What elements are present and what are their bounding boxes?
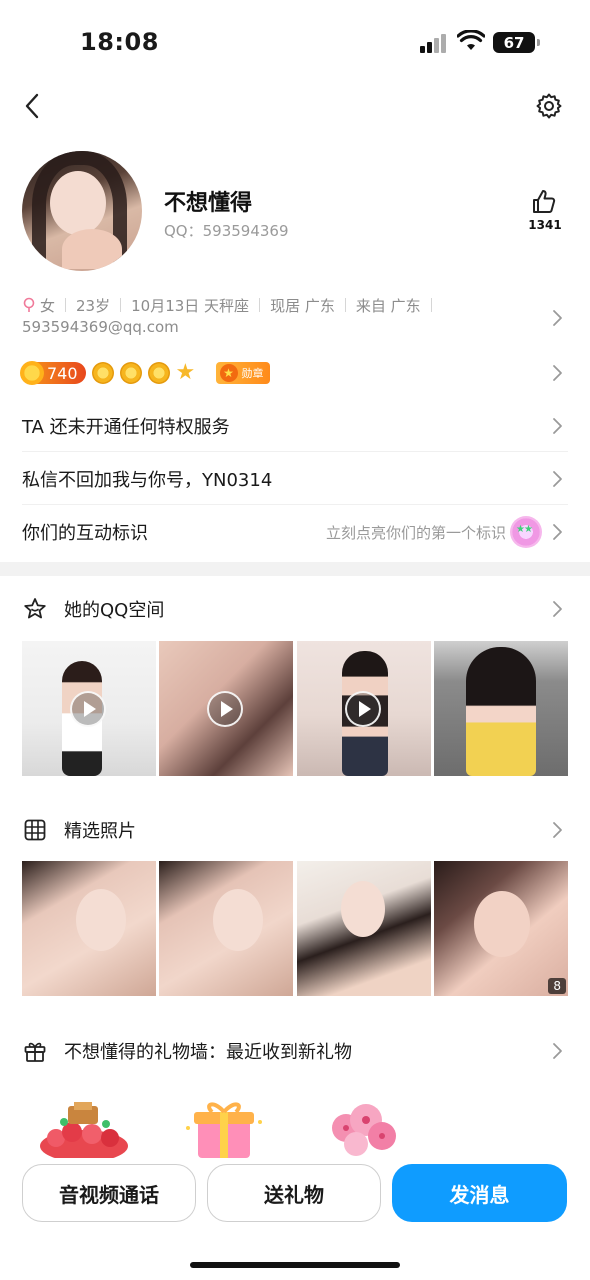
avatar[interactable]: [22, 151, 142, 271]
female-location-icon: [23, 297, 35, 312]
gift-icon: [24, 1042, 46, 1062]
level-badges[interactable]: 740 ★ ★ 勋章: [20, 360, 270, 386]
birthday: 10月13日 天秤座: [131, 296, 250, 315]
email: 593594369@qq.com: [22, 318, 179, 336]
flower-bouquet-gift-icon[interactable]: [36, 1098, 132, 1158]
privilege-text: TA 还未开通任何特权服务: [22, 416, 230, 438]
back-icon[interactable]: [18, 90, 48, 122]
featured-photos-header[interactable]: 精选照片: [22, 810, 568, 850]
chevron-right-icon[interactable]: [551, 1041, 563, 1061]
qzone-video-thumbnail[interactable]: [296, 641, 431, 776]
interaction-title: 你们的互动标识: [22, 523, 148, 544]
featured-photos-title: 精选照片: [64, 821, 136, 842]
gift-wall-title: 不想懂得的礼物墙：最近收到新礼物: [64, 1042, 352, 1063]
send-gift-button[interactable]: 送礼物: [207, 1164, 381, 1222]
medal-star-icon: ★: [219, 364, 238, 382]
nickname: 不想懂得: [164, 191, 253, 216]
home-indicator[interactable]: [190, 1262, 400, 1268]
featured-photo[interactable]: 8: [433, 861, 568, 996]
residence: 现居 广东: [270, 296, 335, 315]
featured-photo[interactable]: [296, 861, 431, 996]
wifi-icon: [457, 30, 485, 50]
qzone-video-thumbnail[interactable]: [159, 641, 294, 776]
medal-label: 勋章: [241, 367, 264, 380]
video-call-button[interactable]: 音视频通话: [22, 1164, 196, 1222]
sun-level-icon: [91, 362, 114, 384]
gender: 女: [40, 296, 56, 315]
photo-count-badge: 8: [548, 978, 566, 994]
qzone-video-thumbnail[interactable]: [22, 641, 156, 776]
chevron-right-icon[interactable]: [551, 599, 563, 619]
sun-icon: [20, 361, 44, 385]
star-outline-icon: [24, 598, 46, 619]
qzone-header[interactable]: 她的QQ空间: [22, 589, 568, 629]
chevron-right-icon[interactable]: [551, 416, 563, 436]
status-bar: 18:08 67: [0, 0, 590, 86]
play-icon: [70, 691, 106, 727]
interaction-hint: 立刻点亮你们的第一个标识: [325, 523, 506, 542]
level-badge: 740: [20, 361, 86, 385]
play-icon: [344, 691, 381, 727]
age: 23岁: [76, 296, 111, 315]
settings-gear-icon[interactable]: [535, 92, 563, 120]
pink-flowers-gift-icon[interactable]: [316, 1098, 412, 1158]
hometown: 来自 广东: [355, 296, 421, 315]
featured-photos-grid: 8: [22, 861, 568, 996]
status-time: 18:08: [80, 28, 159, 56]
privilege-row[interactable]: TA 还未开通任何特权服务: [22, 400, 568, 452]
signature-text: 私信不回加我与你号，YN0314: [22, 469, 273, 491]
play-icon: [207, 691, 244, 727]
grid-icon: [24, 819, 46, 841]
sun-level-icon: [147, 362, 170, 384]
qzone-title: 她的QQ空间: [64, 600, 165, 621]
medal-badge: ★ 勋章: [215, 362, 270, 384]
thumbs-up-icon[interactable]: [530, 188, 558, 216]
battery-indicator: 67: [493, 32, 540, 53]
gift-box-icon[interactable]: [176, 1098, 272, 1158]
send-message-button[interactable]: 发消息: [392, 1164, 567, 1222]
profile-info[interactable]: 女 23岁 10月13日 天秤座 现居 广东 来自 广东 593594369@q…: [22, 294, 462, 336]
star-icon: ★: [175, 360, 196, 385]
bottom-action-bar: 音视频通话 送礼物 发消息: [0, 1160, 590, 1230]
like-count: 1341: [528, 218, 562, 232]
cellular-signal-icon: [420, 33, 448, 53]
signature-row[interactable]: 私信不回加我与你号，YN0314: [22, 453, 568, 505]
featured-photo[interactable]: [159, 861, 294, 996]
chevron-right-icon[interactable]: [551, 820, 563, 840]
featured-photo[interactable]: [22, 861, 156, 996]
interaction-row[interactable]: 你们的互动标识 立刻点亮你们的第一个标识: [22, 506, 568, 558]
qq-number: QQ：593594369: [164, 222, 289, 240]
flower-badge-icon: [510, 516, 542, 548]
gift-wall-header[interactable]: 不想懂得的礼物墙：最近收到新礼物: [22, 1031, 568, 1071]
gift-wall-items: [36, 1098, 436, 1158]
qzone-media-grid: [22, 641, 568, 776]
chevron-right-icon[interactable]: [551, 363, 563, 383]
chevron-right-icon[interactable]: [551, 522, 563, 542]
level-number: 740: [47, 363, 78, 383]
chevron-right-icon[interactable]: [551, 469, 563, 489]
qzone-photo-thumbnail[interactable]: [433, 641, 568, 776]
section-divider: [0, 562, 590, 576]
chevron-right-icon[interactable]: [551, 308, 563, 328]
sun-level-icon: [119, 362, 142, 384]
